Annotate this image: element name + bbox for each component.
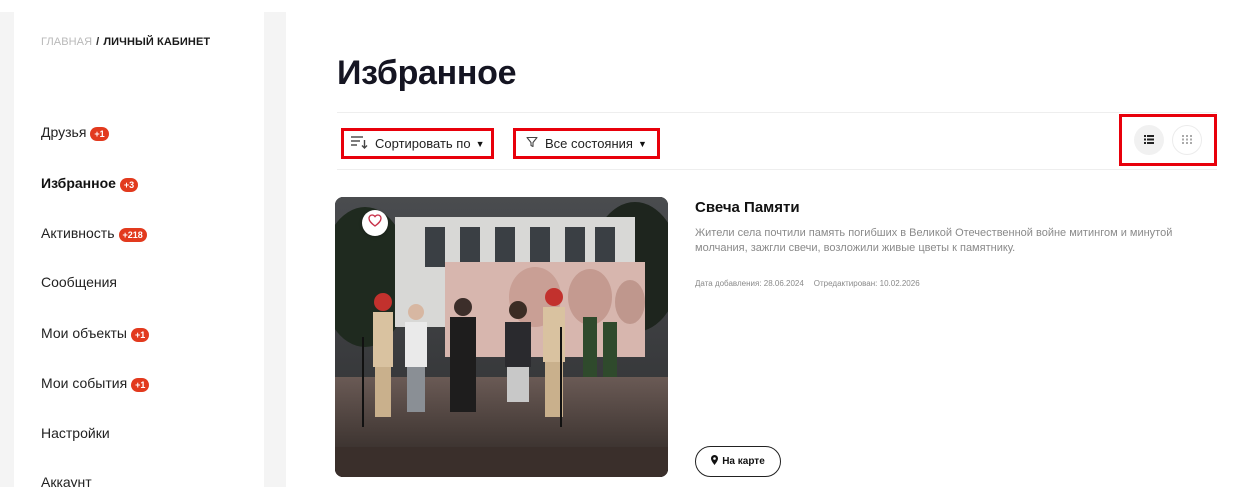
card-dates: Дата добавления: 28.06.2024 Отредактирова… — [695, 279, 920, 288]
sidebar-item-label: Избранное — [41, 175, 116, 191]
count-badge: +218 — [118, 228, 147, 242]
chevron-down-icon: ▼ — [637, 138, 647, 149]
count-badge: +1 — [130, 328, 150, 342]
page-title: Избранное — [337, 54, 517, 92]
card-description: Жители села почтили память погибших в Ве… — [695, 227, 1173, 254]
sidebar-item-label: Мои объекты — [41, 325, 127, 341]
grid-view-icon — [1182, 131, 1192, 149]
grid-view-button[interactable] — [1172, 125, 1202, 155]
favorite-button[interactable] — [362, 210, 388, 236]
list-view-button[interactable] — [1134, 125, 1164, 155]
sidebar-item-my-events[interactable]: Мои события +1 — [41, 375, 150, 392]
sidebar-item-favorites[interactable]: Избранное +3 — [41, 175, 139, 192]
sidebar-item-label: Аккаунт — [41, 474, 92, 487]
sidebar — [14, 12, 264, 487]
date-edited: Отредактирован: 10.02.2026 — [813, 279, 920, 288]
sidebar-item-label: Мои события — [41, 375, 128, 391]
sort-icon — [350, 135, 375, 152]
breadcrumb: ГЛАВНАЯ / ЛИЧНЫЙ КАБИНЕТ — [41, 36, 210, 48]
sidebar-item-label: Настройки — [41, 425, 110, 441]
sidebar-item-label: Сообщения — [41, 274, 117, 290]
sidebar-item-my-objects[interactable]: Мои объекты +1 — [41, 325, 150, 342]
map-pin-icon — [711, 455, 722, 468]
sidebar-item-label: Активность — [41, 225, 115, 241]
sidebar-item-settings[interactable]: Настройки — [41, 425, 110, 441]
list-view-icon — [1144, 131, 1154, 149]
sort-label: Сортировать по — [375, 136, 471, 151]
sidebar-item-friends[interactable]: Друзья +1 — [41, 124, 109, 141]
sidebar-divider — [264, 12, 286, 487]
count-badge: +3 — [119, 178, 139, 192]
filter-label: Все состояния — [545, 136, 633, 151]
breadcrumb-current: ЛИЧНЫЙ КАБИНЕТ — [103, 36, 211, 48]
count-badge: +1 — [131, 378, 150, 392]
filter-icon — [526, 136, 545, 151]
date-added: Дата добавления: 28.06.2024 — [695, 279, 804, 288]
left-edge-strip — [0, 12, 14, 487]
sidebar-item-label: Друзья — [41, 124, 87, 140]
heart-icon — [368, 214, 382, 232]
breadcrumb-separator: / — [96, 36, 100, 48]
sidebar-item-activity[interactable]: Активность +218 — [41, 225, 147, 242]
sidebar-item-account[interactable]: Аккаунт — [41, 474, 92, 487]
status-filter-dropdown[interactable]: Все состояния ▼ — [513, 128, 660, 159]
card-photo[interactable] — [335, 197, 668, 477]
card-title[interactable]: Свеча Памяти — [695, 199, 800, 216]
show-on-map-button[interactable]: На карте — [695, 446, 781, 477]
view-mode-switcher — [1119, 114, 1217, 166]
count-badge: +1 — [90, 127, 109, 141]
breadcrumb-home-link[interactable]: ГЛАВНАЯ — [41, 36, 92, 48]
chevron-down-icon: ▼ — [475, 138, 485, 149]
map-button-label: На карте — [722, 456, 765, 467]
sort-dropdown[interactable]: Сортировать по ▼ — [341, 128, 494, 159]
sidebar-item-messages[interactable]: Сообщения — [41, 274, 117, 290]
